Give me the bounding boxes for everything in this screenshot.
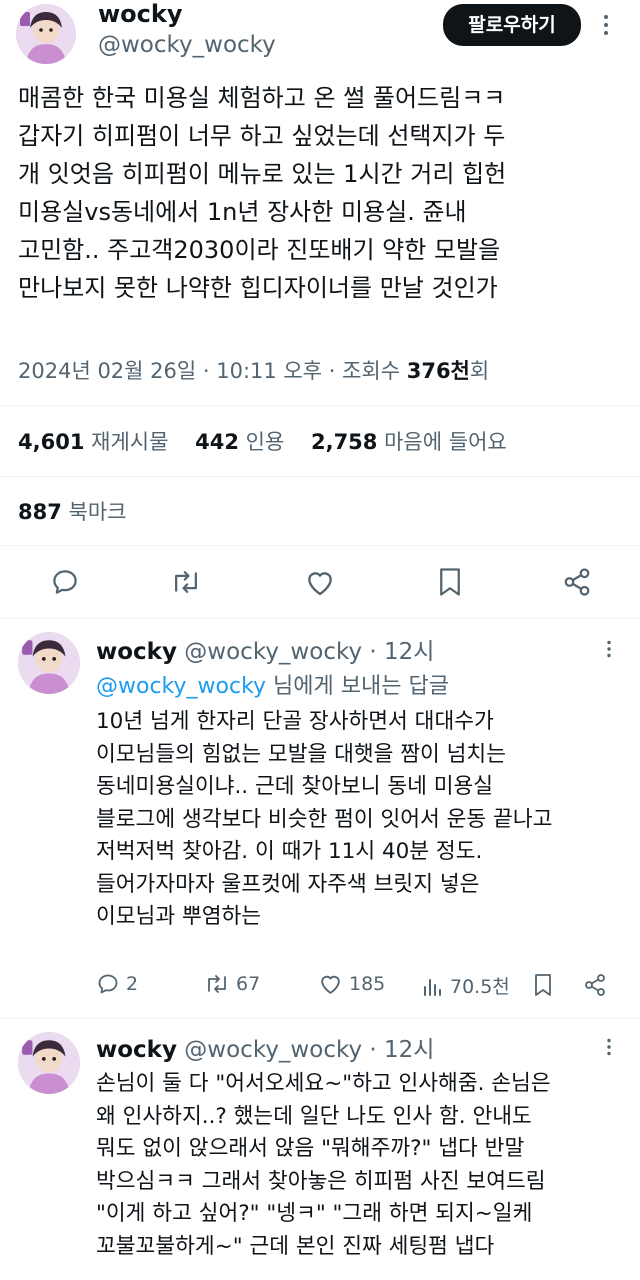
- share-icon[interactable]: [562, 567, 592, 597]
- tweet-text: 매콤한 한국 미용실 체험하고 온 썰 풀어드림ㅋㅋ 갑자기 히피펌이 너무 하…: [18, 84, 507, 302]
- views-suffix: 회: [469, 359, 490, 383]
- reply-header: wocky @wocky_wocky · 12시: [96, 1030, 434, 1064]
- more-options-icon[interactable]: [604, 640, 614, 658]
- retweet-icon: [204, 972, 230, 996]
- retweets-stat[interactable]: 4,601 재게시물: [18, 430, 168, 454]
- divider: [0, 545, 640, 546]
- follow-button[interactable]: 팔로우하기: [443, 4, 581, 46]
- divider: [0, 1018, 640, 1019]
- reply-time[interactable]: · 12시: [362, 1037, 434, 1063]
- replying-to: @wocky_wocky 님에게 보내는 답글: [96, 668, 449, 700]
- like-icon[interactable]: [304, 567, 336, 597]
- retweet-count-value: 67: [236, 973, 261, 995]
- view-count-value: 70.5천: [450, 976, 510, 998]
- display-name[interactable]: wocky: [98, 0, 183, 28]
- reply-time[interactable]: · 12시: [362, 639, 434, 665]
- reply-handle[interactable]: @wocky_wocky: [184, 1037, 362, 1063]
- quotes-stat[interactable]: 442 인용: [195, 430, 284, 454]
- stats-row: 4,601 재게시물 442 인용 2,758 마음에 들어요: [18, 426, 507, 456]
- share-icon[interactable]: [583, 973, 607, 997]
- reply-count[interactable]: 2: [96, 972, 138, 996]
- retweet-count[interactable]: 67: [204, 972, 260, 996]
- bookmark-icon[interactable]: [533, 973, 553, 997]
- divider: [0, 476, 640, 477]
- likes-stat[interactable]: 2,758 마음에 들어요: [311, 430, 507, 454]
- view-count[interactable]: 70.5천: [422, 972, 510, 999]
- reply-display-name[interactable]: wocky: [96, 639, 177, 665]
- divider: [0, 405, 640, 406]
- bookmarks-stat[interactable]: 887 북마크: [18, 496, 127, 526]
- reply-text: 손님이 둘 다 "어서오세요~"하고 인사해줌. 손님은 왜 인사하지..? 했…: [96, 1071, 551, 1259]
- reply-avatar[interactable]: [18, 1032, 80, 1094]
- analytics-icon: [422, 975, 444, 997]
- retweet-icon[interactable]: [170, 567, 202, 597]
- replying-to-handle[interactable]: @wocky_wocky: [96, 674, 266, 699]
- quotes-count: 442: [195, 430, 239, 454]
- bookmarks-count: 887: [18, 500, 62, 524]
- avatar[interactable]: [16, 4, 76, 64]
- like-count-value: 185: [349, 972, 386, 995]
- reply-avatar[interactable]: [18, 632, 80, 694]
- replying-to-suffix: 님에게 보내는 답글: [266, 674, 449, 699]
- reply-header: wocky @wocky_wocky · 12시: [96, 632, 434, 666]
- more-options-icon[interactable]: [600, 14, 612, 36]
- reply-display-name[interactable]: wocky: [96, 1037, 177, 1063]
- retweets-count: 4,601: [18, 430, 85, 454]
- retweets-label: 재게시물: [91, 430, 169, 454]
- likes-label: 마음에 들어요: [384, 430, 507, 454]
- tweet-meta: 2024년 02월 26일 · 10:11 오후 · 조회수 376천회: [18, 355, 489, 385]
- reply-handle[interactable]: @wocky_wocky: [184, 639, 362, 665]
- timestamp: 2024년 02월 26일 · 10:11 오후 · 조회수: [18, 359, 407, 383]
- bookmarks-label: 북마크: [68, 500, 127, 524]
- divider: [0, 618, 640, 619]
- like-count[interactable]: 185: [318, 972, 385, 995]
- reply-icon[interactable]: [50, 567, 80, 597]
- handle[interactable]: @wocky_wocky: [98, 32, 276, 58]
- reply-count-value: 2: [126, 973, 139, 995]
- more-options-icon[interactable]: [604, 1038, 614, 1056]
- quotes-label: 인용: [245, 430, 285, 454]
- views-count: 376천: [406, 359, 470, 383]
- reply-icon: [96, 972, 120, 996]
- reply-text: 10년 넘게 한자리 단골 장사하면서 대대수가 이모님들의 힘없는 모발을 대…: [96, 709, 553, 929]
- bookmark-icon[interactable]: [437, 567, 463, 597]
- like-icon: [318, 972, 343, 995]
- likes-count: 2,758: [310, 430, 378, 454]
